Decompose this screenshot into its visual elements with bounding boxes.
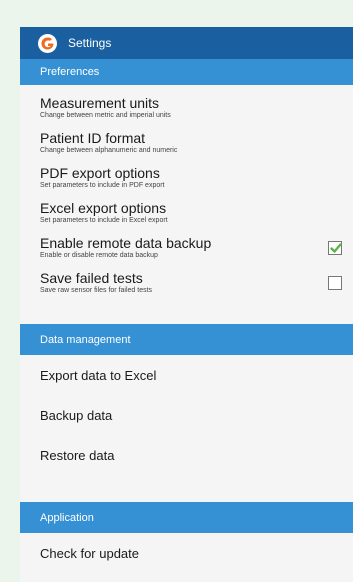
page-title: Settings	[68, 36, 112, 50]
backup-data[interactable]: Backup data	[20, 395, 353, 435]
pref-patient-id-format[interactable]: Patient ID format Change between alphanu…	[20, 129, 353, 157]
pref-excel-export-options[interactable]: Excel export options Set parameters to i…	[20, 199, 353, 227]
pref-save-failed-tests[interactable]: Save failed tests Save raw sensor files …	[20, 269, 353, 297]
app-bar: Settings	[20, 27, 353, 59]
app-logo-icon	[38, 33, 57, 53]
pref-subtitle: Enable or disable remote data backup	[40, 252, 158, 259]
pref-measurement-units[interactable]: Measurement units Change between metric …	[20, 94, 353, 122]
pref-enable-remote-backup[interactable]: Enable remote data backup Enable or disa…	[20, 234, 353, 262]
remote-backup-checkbox[interactable]	[328, 241, 342, 255]
check-for-update[interactable]: Check for update	[20, 533, 353, 573]
pref-subtitle: Change between metric and imperial units	[40, 112, 171, 119]
save-failed-tests-checkbox[interactable]	[328, 276, 342, 290]
pref-subtitle: Set parameters to include in PDF export	[40, 182, 165, 189]
pref-pdf-export-options[interactable]: PDF export options Set parameters to inc…	[20, 164, 353, 192]
section-header-preferences: Preferences	[20, 59, 353, 85]
section-header-application: Application	[20, 502, 353, 533]
pref-subtitle: Set parameters to include in Excel expor…	[40, 217, 168, 224]
pref-title: Save failed tests	[40, 270, 143, 286]
settings-panel: Settings Preferences Measurement units C…	[20, 27, 353, 582]
pref-title: Patient ID format	[40, 130, 146, 146]
pref-title: Measurement units	[40, 95, 160, 111]
pref-subtitle: Save raw sensor files for failed tests	[40, 287, 153, 294]
section-header-data-management: Data management	[20, 324, 353, 355]
pref-title: Excel export options	[40, 200, 167, 216]
checkmark-icon	[330, 243, 342, 253]
pref-title: Enable remote data backup	[40, 235, 212, 251]
restore-data[interactable]: Restore data	[20, 435, 353, 475]
pref-subtitle: Change between alphanumeric and numeric	[40, 147, 178, 154]
pref-title: PDF export options	[40, 165, 160, 181]
export-data-to-excel[interactable]: Export data to Excel	[20, 355, 353, 395]
